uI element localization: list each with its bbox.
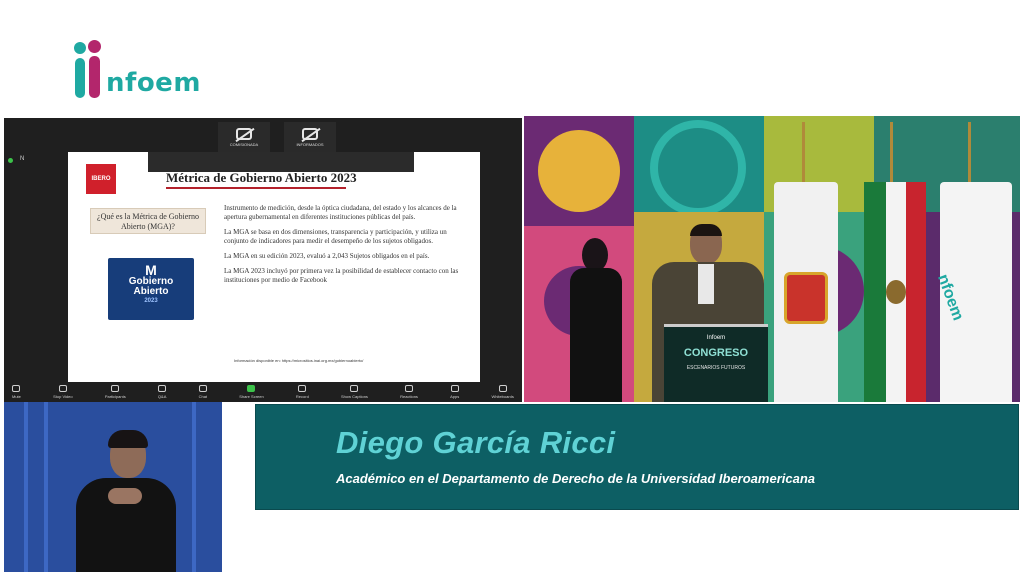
speaker-name: Diego García Ricci [336, 425, 616, 460]
presentation-slide: IBERO Métrica de Gobierno Abierto 2023 ¿… [68, 152, 480, 382]
chat-icon [198, 385, 207, 392]
mga-logo-line: Abierto [133, 286, 169, 297]
flag-red-stripe [906, 182, 926, 402]
chat-button[interactable]: Chat [199, 385, 207, 399]
reactions-button[interactable]: Reactions [400, 385, 418, 399]
backdrop-stripe [192, 402, 196, 572]
flag-mexico [856, 122, 928, 402]
status-dot [8, 158, 13, 163]
whiteboards-button[interactable]: Whiteboards [491, 385, 514, 399]
slide-paragraph: La MGA se basa en dos dimensiones, trans… [224, 228, 447, 245]
slide-body: Instrumento de medición, desde la óptica… [224, 204, 470, 291]
hair-shape [690, 224, 722, 236]
toolbar-label: Apps [450, 394, 460, 399]
podium-subtitle: ESCENARIOS FUTUROS [686, 365, 746, 371]
body-shape [570, 268, 622, 402]
backdrop-circle [650, 120, 746, 216]
participants-button[interactable]: Participants [105, 385, 126, 399]
backdrop-stripe [24, 402, 28, 572]
slide-question: ¿Qué es la Métrica de Gobierno Abierto (… [90, 208, 206, 234]
participants-icon [111, 385, 120, 392]
flag-estado-de-mexico [768, 122, 840, 402]
podium-brand: Infoem [706, 335, 726, 341]
camera-tile-label: INFORMADOS [296, 141, 324, 147]
toolbar-label: Whiteboards [491, 394, 514, 399]
video-icon [58, 385, 67, 392]
interpreter-hands [108, 488, 142, 504]
mga-logo-year: 2023 [144, 298, 158, 304]
slide-footer: Información disponible en: https://micro… [234, 358, 364, 363]
backdrop-stripe [44, 402, 48, 572]
camera-off-icon [236, 127, 252, 140]
woman-figure [568, 238, 624, 402]
toolbar-label: Show Captions [341, 394, 368, 399]
toolbar-label: Chat [198, 394, 208, 399]
camera-tile-label: COMISIONADA [229, 141, 259, 147]
slide-top-band [148, 152, 414, 172]
slide-title: Métrica de Gobierno Abierto 2023 [166, 170, 357, 185]
infoem-logo-mark [72, 40, 106, 100]
mga-logo: M Gobierno Abierto 2023 [108, 258, 194, 320]
toolbar-label: Reactions [400, 394, 418, 399]
head-shape [582, 238, 608, 272]
zoom-toolbar: Mute Stop Video Participants Q&A Chat Sh… [4, 382, 522, 402]
toolbar-label: Mute [12, 394, 21, 399]
mga-logo-letter: M [145, 262, 157, 278]
interpreter-video [4, 402, 222, 572]
qa-icon [158, 385, 167, 392]
coat-of-arms-icon [784, 272, 828, 324]
podium-title: CONGRESO [683, 347, 749, 359]
camera-tile[interactable]: INFORMADOS [284, 122, 336, 152]
slide-paragraph: La MGA 2023 incluyó por primera vez la p… [224, 267, 459, 284]
shirt-shape [698, 264, 714, 304]
slide-paragraph: Instrumento de medición, desde la óptica… [224, 204, 457, 221]
slide-title-underline [166, 187, 346, 189]
podium: Infoem CONGRESO ESCENARIOS FUTUROS [664, 324, 768, 402]
reactions-icon [405, 385, 414, 392]
record-icon [298, 385, 307, 392]
captions-button[interactable]: Show Captions [341, 385, 368, 399]
camera-tile[interactable]: COMISIONADA [218, 122, 270, 152]
flag-green-stripe [864, 182, 886, 402]
camera-strip: COMISIONADA INFORMADOS [218, 122, 338, 152]
apps-button[interactable]: Apps [450, 385, 459, 399]
qa-button[interactable]: Q&A [158, 385, 166, 399]
zoom-share-window: COMISIONADA INFORMADOS N IBERO Métrica d… [4, 118, 522, 402]
eagle-emblem-icon [886, 280, 906, 304]
apps-icon [450, 385, 459, 392]
infoem-logo: nfoem [72, 40, 201, 100]
mute-button[interactable]: Mute [12, 385, 21, 399]
speaker-role: Académico en el Departamento de Derecho … [336, 471, 816, 486]
slide-paragraph: La MGA en su edición 2023, evaluó a 2,04… [224, 252, 430, 260]
whiteboard-icon [498, 385, 507, 392]
stage-video: Infoem CONGRESO ESCENARIOS FUTUROS nfoem [524, 116, 1020, 402]
toolbar-label: Stop Video [53, 394, 73, 399]
toolbar-label: Participants [104, 394, 126, 399]
interpreter-hair [108, 430, 148, 448]
ibero-logo: IBERO [86, 164, 116, 194]
share-icon [247, 385, 256, 392]
stop-video-button[interactable]: Stop Video [53, 385, 73, 399]
camera-off-icon [302, 127, 318, 140]
toolbar-label: Record [295, 394, 309, 399]
backdrop-circle [538, 130, 620, 212]
participant-label: N [20, 156, 25, 162]
mic-icon [12, 385, 21, 392]
flag-infoem: nfoem [934, 122, 1020, 402]
toolbar-label: Share Screen [239, 394, 264, 399]
speaker-name-banner: Diego García Ricci Académico en el Depar… [255, 404, 1019, 510]
infoem-logo-text: nfoem [106, 68, 201, 98]
record-button[interactable]: Record [296, 385, 309, 399]
share-screen-button[interactable]: Share Screen [239, 385, 264, 399]
toolbar-label: Q&A [157, 394, 167, 399]
captions-icon [350, 385, 359, 392]
